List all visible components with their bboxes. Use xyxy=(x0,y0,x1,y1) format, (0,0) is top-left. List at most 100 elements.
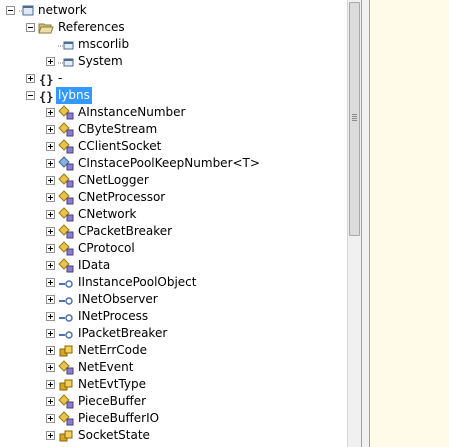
tree-node[interactable]: IInstancePoolObject xyxy=(0,274,347,291)
tree-node-label[interactable]: INetProcess xyxy=(76,308,150,325)
tree-node-label[interactable]: PieceBuffer xyxy=(76,393,148,410)
class-icon xyxy=(58,241,74,257)
tree-node-label[interactable]: CClientSocket xyxy=(76,138,163,155)
tree-node-label[interactable]: CProtocol xyxy=(76,240,137,257)
tree-node-label[interactable]: mscorlib xyxy=(76,36,131,53)
tree-node[interactable]: CNetProcessor xyxy=(0,189,347,206)
tree-node[interactable]: NetEvtType xyxy=(0,376,347,393)
tree-node-label[interactable]: CInstacePoolKeepNumber<T> xyxy=(76,155,262,172)
tree-node-label[interactable]: References xyxy=(56,19,127,36)
expand-icon[interactable] xyxy=(46,312,55,321)
tree-node[interactable]: SocketState xyxy=(0,427,347,444)
tree-node[interactable]: AInstanceNumber xyxy=(0,104,347,121)
tree-node-label[interactable]: lybns xyxy=(56,87,92,104)
tree-node[interactable]: {} lybns xyxy=(0,87,347,104)
tree-node-label[interactable]: - xyxy=(56,70,64,87)
tree-node-label[interactable]: IPacketBreaker xyxy=(76,325,169,342)
tree-node-label[interactable]: NetErrCode xyxy=(76,342,149,359)
tree-node[interactable]: PieceBuffer xyxy=(0,393,347,410)
expand-icon[interactable] xyxy=(46,431,55,440)
tree-node-label[interactable]: network xyxy=(36,2,89,19)
tree-node[interactable]: INetProcess xyxy=(0,308,347,325)
tree-node-label[interactable]: CPacketBreaker xyxy=(76,223,174,240)
expand-icon[interactable] xyxy=(46,278,55,287)
tree-node[interactable]: network xyxy=(0,2,347,19)
enum-icon xyxy=(58,428,74,444)
expand-icon[interactable] xyxy=(46,363,55,372)
class-icon xyxy=(58,207,74,223)
expand-icon[interactable] xyxy=(26,74,35,83)
tree-node[interactable]: NetErrCode xyxy=(0,342,347,359)
expand-icon[interactable] xyxy=(46,57,55,66)
collapse-icon[interactable] xyxy=(6,6,15,15)
tree-node[interactable]: PieceBufferIO xyxy=(0,410,347,427)
tree-node[interactable]: CByteStream xyxy=(0,121,347,138)
tree-node[interactable]: CNetwork xyxy=(0,206,347,223)
enum-icon xyxy=(58,377,74,393)
reference-icon xyxy=(58,37,74,53)
expand-icon[interactable] xyxy=(46,295,55,304)
tree-node[interactable]: NetEvent xyxy=(0,359,347,376)
class-icon xyxy=(58,190,74,206)
tree-node-label[interactable]: CNetProcessor xyxy=(76,189,167,206)
tree-node-label[interactable]: AInstanceNumber xyxy=(76,104,187,121)
expand-icon[interactable] xyxy=(46,329,55,338)
expand-icon[interactable] xyxy=(46,346,55,355)
class-icon xyxy=(58,258,74,274)
folder-open-icon xyxy=(38,20,54,36)
tree-node[interactable]: CPacketBreaker xyxy=(0,223,347,240)
expand-icon[interactable] xyxy=(46,380,55,389)
expand-icon[interactable] xyxy=(46,414,55,423)
tree-node-label[interactable]: PieceBufferIO xyxy=(76,410,161,427)
enum-icon xyxy=(58,343,74,359)
solution-tree[interactable]: network References mscorlib System{} -{} lybn… xyxy=(0,0,347,447)
tree-node-label[interactable]: CByteStream xyxy=(76,121,159,138)
expand-icon[interactable] xyxy=(46,159,55,168)
tree-node[interactable]: INetObserver xyxy=(0,291,347,308)
assembly-icon xyxy=(18,3,34,19)
tree-node[interactable]: CProtocol xyxy=(0,240,347,257)
tree-node-label[interactable]: IData xyxy=(76,257,112,274)
tree-node-label[interactable]: CNetLogger xyxy=(76,172,151,189)
tree-node[interactable]: CClientSocket xyxy=(0,138,347,155)
tree-node-label[interactable]: IInstancePoolObject xyxy=(76,274,199,291)
tree-node[interactable]: IPacketBreaker xyxy=(0,325,347,342)
expand-icon[interactable] xyxy=(46,125,55,134)
tree-node-label[interactable]: CNetwork xyxy=(76,206,138,223)
tree-node[interactable]: References xyxy=(0,19,347,36)
tree-node[interactable]: IData xyxy=(0,257,347,274)
tree-node-label[interactable]: SocketState xyxy=(76,427,152,444)
expand-icon[interactable] xyxy=(46,193,55,202)
tree-node-label[interactable]: System xyxy=(76,53,125,70)
tree-node[interactable]: System xyxy=(0,53,347,70)
svg-text:{}: {} xyxy=(39,73,53,87)
pane-splitter[interactable] xyxy=(361,0,370,447)
class-icon xyxy=(58,105,74,121)
collapse-icon[interactable] xyxy=(26,23,35,32)
tree-node[interactable]: {} - xyxy=(0,70,347,87)
expand-icon[interactable] xyxy=(46,261,55,270)
tree-node-label[interactable]: NetEvtType xyxy=(76,376,148,393)
expand-icon[interactable] xyxy=(46,142,55,151)
interface-icon xyxy=(58,326,74,342)
tree-node-label[interactable]: NetEvent xyxy=(76,359,135,376)
class-icon xyxy=(58,122,74,138)
expand-icon[interactable] xyxy=(46,244,55,253)
expand-icon[interactable] xyxy=(46,176,55,185)
class-icon xyxy=(58,139,74,155)
class-icon xyxy=(58,411,74,427)
tree-node[interactable]: CInstacePoolKeepNumber<T> xyxy=(0,155,347,172)
tree-node[interactable]: mscorlib xyxy=(0,36,347,53)
vertical-scrollbar[interactable] xyxy=(347,0,361,447)
expand-icon[interactable] xyxy=(46,210,55,219)
tree-node-label[interactable]: INetObserver xyxy=(76,291,160,308)
class-icon xyxy=(58,173,74,189)
tree-node[interactable]: CNetLogger xyxy=(0,172,347,189)
expand-icon[interactable] xyxy=(46,227,55,236)
grip-icon xyxy=(352,114,357,121)
expand-icon[interactable] xyxy=(46,108,55,117)
collapse-icon[interactable] xyxy=(26,91,35,100)
scrollbar-thumb[interactable] xyxy=(349,2,360,236)
interface-icon xyxy=(58,275,74,291)
expand-icon[interactable] xyxy=(46,397,55,406)
